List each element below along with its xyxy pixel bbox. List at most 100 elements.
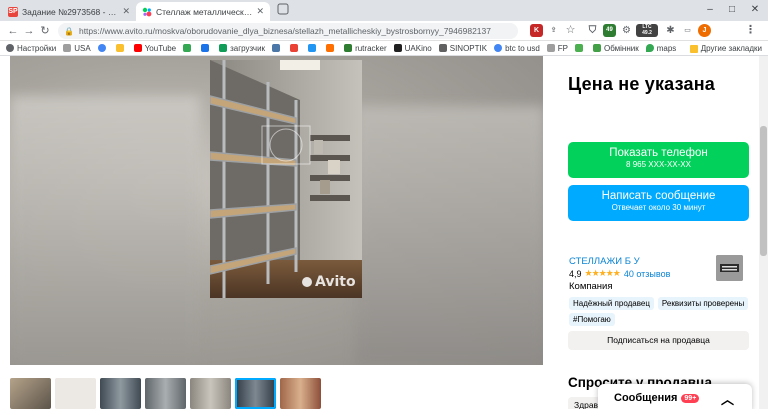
bookmark-youtube[interactable]: YouTube: [133, 44, 176, 53]
url-input[interactable]: 🔒 https://www.avito.ru/moskva/oborudovan…: [58, 23, 518, 39]
folder-icon: [546, 44, 555, 52]
ltc-icon[interactable]: LTC 49.2: [636, 24, 658, 37]
thumbnail[interactable]: [10, 378, 51, 409]
thumbnail-selected[interactable]: [235, 378, 276, 409]
film-icon: [393, 44, 402, 52]
close-tab-icon[interactable]: ✕: [122, 6, 130, 17]
badge-verified[interactable]: Реквизиты проверены: [657, 297, 749, 310]
avito-favicon-icon: [142, 7, 152, 17]
seller-rating: 4,9 ★★★★★ 40 отзывов: [569, 268, 670, 279]
rating-stars-icon: ★★★★★: [584, 268, 621, 278]
bookmark-drive[interactable]: [201, 44, 212, 52]
reviews-link[interactable]: 40 отзывов: [624, 269, 671, 279]
bookmark-maps[interactable]: maps: [645, 44, 676, 53]
share-icon[interactable]: ⇪: [547, 24, 560, 37]
avito-watermark: Avito: [302, 274, 356, 290]
map-pin-icon: [645, 44, 654, 52]
weather-icon: [438, 44, 447, 52]
gear-icon: [6, 44, 14, 52]
thumbnail[interactable]: [190, 378, 231, 409]
vk-badge-icon[interactable]: 49: [603, 24, 616, 37]
bird-icon: [308, 44, 317, 52]
puzzle-icon[interactable]: ✱: [664, 24, 677, 37]
messages-label: Сообщения: [614, 392, 678, 404]
gear-ext-icon[interactable]: ⚙: [620, 24, 633, 37]
drive-icon: [201, 44, 210, 52]
main-photo[interactable]: [210, 60, 362, 298]
forward-icon[interactable]: →: [22, 24, 36, 38]
tab-title: Стеллаж металлический быстро: [156, 6, 253, 17]
bookmark-uakino[interactable]: UAKino: [393, 44, 432, 53]
gallery-blur-left: [10, 96, 200, 365]
minimize-button[interactable]: –: [700, 2, 720, 18]
messages-widget[interactable]: Сообщения 99+ ︿: [598, 384, 752, 409]
write-message-button[interactable]: Написать сообщение Отвечает около 30 мин…: [568, 185, 749, 221]
vk-icon: [272, 44, 281, 52]
seller-name-link[interactable]: СТЕЛЛАЖИ Б У: [569, 256, 640, 267]
rating-value: 4,9: [569, 268, 582, 279]
messages-count-badge: 99+: [681, 393, 700, 403]
photo-gallery[interactable]: Avito: [10, 56, 543, 365]
bookmark-gmail[interactable]: [183, 44, 194, 52]
bookmark-fp[interactable]: FP: [546, 44, 568, 53]
bookmark-exchange[interactable]: Обмінник: [593, 44, 639, 53]
rutracker-icon: [344, 44, 353, 52]
reply-time: Отвечает около 30 минут: [611, 203, 706, 212]
email-icon: [290, 44, 299, 52]
bookmark-twitter[interactable]: [308, 44, 319, 52]
bookmarks-bar: Настройки USA YouTube загрузчик rutracke…: [0, 41, 768, 56]
seller-type: Компания: [569, 281, 613, 292]
star-icon[interactable]: ☆: [564, 24, 577, 37]
tab-task[interactable]: SP Задание №2973568 - просмотр з ✕: [2, 2, 136, 21]
back-icon[interactable]: ←: [6, 24, 20, 38]
bookmark-btc[interactable]: btc to usd: [494, 44, 540, 53]
thumbnail[interactable]: [280, 378, 321, 409]
tab-avito[interactable]: Стеллаж металлический быстро ✕: [136, 2, 270, 21]
write-message-label: Написать сообщение: [601, 190, 716, 202]
phone-masked: 8 965 XXX-XX-XX: [626, 160, 691, 169]
bookmark-google[interactable]: [97, 44, 109, 52]
show-phone-label: Показать телефон: [609, 147, 708, 159]
ltc-value: 49.2: [642, 30, 652, 36]
scrollbar-thumb[interactable]: [760, 126, 767, 256]
bookmark-rutracker[interactable]: rutracker: [344, 44, 387, 53]
show-phone-button[interactable]: Показать телефон 8 965 XXX-XX-XX: [568, 142, 749, 178]
bookmark-downloader[interactable]: загрузчик: [219, 44, 265, 53]
thumbnail[interactable]: [145, 378, 186, 409]
seller-avatar[interactable]: [716, 255, 743, 281]
bookmark-usa[interactable]: USA: [63, 44, 91, 53]
maximize-button[interactable]: □: [722, 2, 742, 18]
youtube-icon: [133, 44, 142, 52]
profile-icon[interactable]: J: [698, 24, 711, 37]
tab-title: Задание №2973568 - просмотр з: [22, 6, 118, 17]
badge-helping[interactable]: #Помогаю: [569, 313, 615, 326]
thumbnail[interactable]: [55, 378, 96, 409]
download-icon: [219, 44, 228, 52]
thumbnail[interactable]: [100, 378, 141, 409]
yandex-icon: [115, 44, 124, 52]
reload-icon[interactable]: ↻: [38, 24, 52, 38]
mail-icon: [183, 44, 192, 52]
chevron-up-icon[interactable]: ︿: [721, 389, 734, 408]
badge-reliable[interactable]: Надёжный продавец: [569, 297, 654, 310]
close-window-button[interactable]: ✕: [745, 2, 765, 18]
bookmark-settings[interactable]: Настройки: [6, 44, 56, 53]
bookmark-yandex[interactable]: [115, 44, 127, 52]
bookmark-vk[interactable]: [272, 44, 283, 52]
shield-icon[interactable]: ⛉: [586, 24, 599, 37]
tab-search-icon[interactable]: ▭: [681, 24, 694, 37]
k-icon[interactable]: K: [530, 24, 543, 37]
thumbnail-strip: [10, 378, 330, 409]
bookmark-sinoptik[interactable]: SINOPTIK: [438, 44, 487, 53]
menu-icon[interactable]: ⋮: [744, 24, 757, 37]
google-icon: [494, 44, 503, 52]
listing-page: Avito Цена не указана Показать телефон 8…: [0, 56, 768, 409]
close-tab-icon[interactable]: ✕: [256, 6, 264, 17]
other-bookmarks[interactable]: Другие закладки: [685, 41, 762, 55]
bookmark-green[interactable]: [575, 44, 586, 52]
subscribe-button[interactable]: Подписаться на продавца: [568, 331, 749, 350]
lock-icon: 🔒: [64, 26, 74, 36]
new-tab-icon[interactable]: [276, 3, 290, 17]
bookmark-ali[interactable]: [326, 44, 337, 52]
bookmark-mail[interactable]: [290, 44, 301, 52]
